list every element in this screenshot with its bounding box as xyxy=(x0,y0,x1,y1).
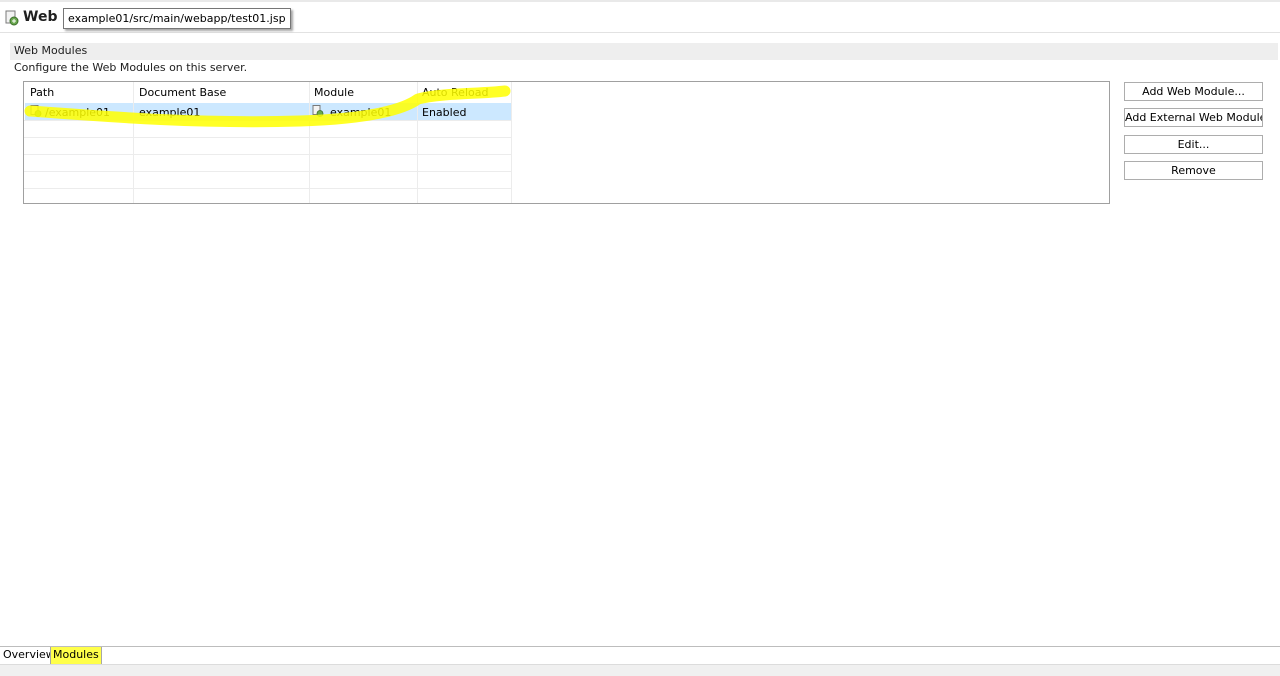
web-modules-table[interactable]: Path Document Base Module Auto Reload /e… xyxy=(23,81,1110,204)
add-web-module-button[interactable]: Add Web Module... xyxy=(1124,82,1263,101)
column-separator xyxy=(309,82,310,203)
column-separator xyxy=(511,82,512,203)
cell-auto-reload: Enabled xyxy=(422,106,467,119)
cell-module: example01 xyxy=(330,106,392,119)
edit-button[interactable]: Edit... xyxy=(1124,135,1263,154)
row-divider xyxy=(24,171,512,172)
path-tooltip: example01/src/main/webapp/test01.jsp xyxy=(63,8,291,29)
column-separator xyxy=(133,82,134,203)
editor-header: Web M example01/src/main/webapp/test01.j… xyxy=(0,2,1280,33)
row-divider xyxy=(24,154,512,155)
section-title: Web Modules xyxy=(14,44,88,57)
row-divider xyxy=(24,188,512,189)
web-module-icon xyxy=(30,105,42,117)
web-module-icon xyxy=(312,105,324,117)
column-header-document-base[interactable]: Document Base xyxy=(139,86,226,99)
column-separator xyxy=(417,82,418,203)
status-bar xyxy=(0,664,1280,676)
web-module-icon xyxy=(5,10,19,26)
cell-path: /example01 xyxy=(45,106,111,119)
cell-document-base: example01 xyxy=(139,106,201,119)
add-external-web-module-button[interactable]: Add External Web Module... xyxy=(1124,108,1263,127)
tab-modules[interactable]: Modules xyxy=(50,647,102,665)
section-header: Web Modules xyxy=(10,43,1278,60)
column-header-path[interactable]: Path xyxy=(30,86,54,99)
row-divider xyxy=(24,120,512,121)
section-description: Configure the Web Modules on this server… xyxy=(14,61,248,74)
row-divider xyxy=(24,137,512,138)
tab-overview[interactable]: Overview xyxy=(1,647,57,664)
column-header-auto-reload[interactable]: Auto Reload xyxy=(422,86,488,99)
remove-button[interactable]: Remove xyxy=(1124,161,1263,180)
server-editor: Web M example01/src/main/webapp/test01.j… xyxy=(0,0,1280,676)
column-header-module[interactable]: Module xyxy=(314,86,354,99)
tab-bar-border xyxy=(0,646,1280,647)
